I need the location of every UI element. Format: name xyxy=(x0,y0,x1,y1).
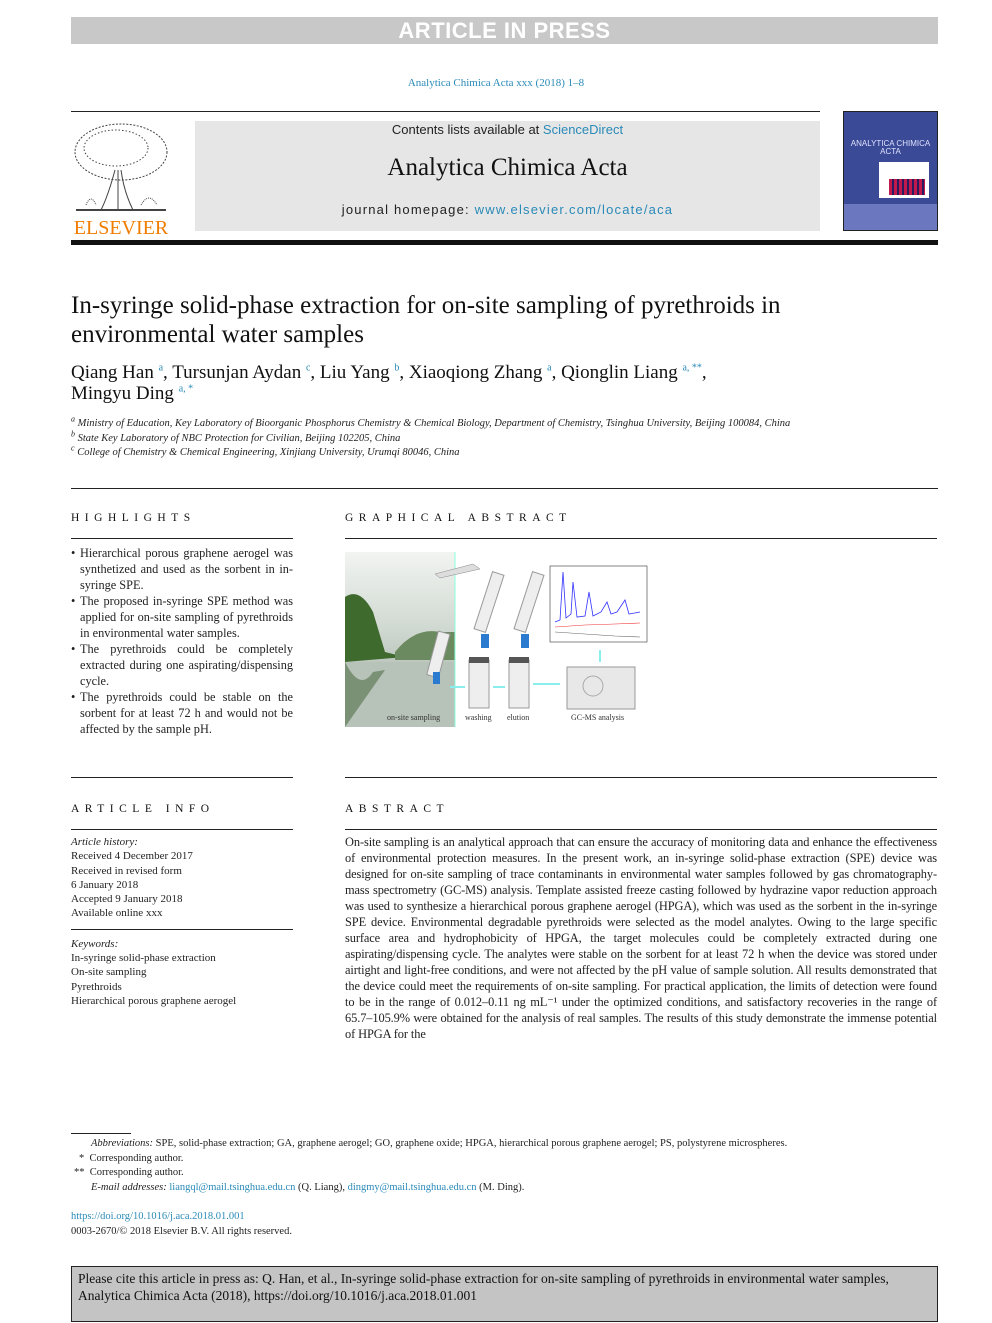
ga-label: GC-MS analysis xyxy=(571,713,625,722)
elsevier-tree-icon xyxy=(74,123,168,211)
author[interactable]: Qiang Han a xyxy=(71,362,163,383)
contents-label: Contents lists available at xyxy=(391,122,543,137)
author-list: Qiang Han a, Tursunjan Aydan c, Liu Yang… xyxy=(71,362,707,404)
homepage-label: journal homepage: xyxy=(341,202,475,217)
cover-title: ANALYTICA CHIMICA ACTA xyxy=(850,139,931,156)
article-title: In-syringe solid-phase extraction for on… xyxy=(71,292,781,348)
citation-box: Please cite this article in press as: Q.… xyxy=(71,1266,938,1322)
highlight-item: Hierarchical porous graphene aerogel was… xyxy=(71,545,293,593)
history-item: Accepted 9 January 2018 xyxy=(71,893,183,906)
history-item: 6 January 2018 xyxy=(71,878,139,891)
ga-label: elution xyxy=(507,713,530,722)
journal-reference-link[interactable]: Analytica Chimica Acta xxx (2018) 1–8 xyxy=(408,77,584,89)
doi-link[interactable]: https://doi.org/10.1016/j.aca.2018.01.00… xyxy=(71,1211,245,1222)
keyword: Pyrethroids xyxy=(71,980,122,993)
email-link[interactable]: dingmy@mail.tsinghua.edu.cn xyxy=(348,1182,477,1193)
author[interactable]: Mingyu Ding a, * xyxy=(71,383,193,404)
journal-banner: Contents lists available at ScienceDirec… xyxy=(195,121,820,231)
email-link[interactable]: liangql@mail.tsinghua.edu.cn xyxy=(169,1182,295,1193)
article-info-heading: ARTICLE INFO xyxy=(71,803,215,815)
affiliation: b State Key Laboratory of NBC Protection… xyxy=(71,429,401,444)
graphical-abstract-image: on-site sampling washing elution GC-MS a… xyxy=(345,552,650,727)
publisher-name: ELSEVIER xyxy=(73,217,169,239)
elsevier-logo: ELSEVIER xyxy=(71,120,171,239)
abstract-heading: ABSTRACT xyxy=(345,803,450,815)
divider xyxy=(71,111,820,112)
highlight-item: The proposed in-syringe SPE method was a… xyxy=(71,593,293,641)
journal-title: Analytica Chimica Acta xyxy=(387,154,628,181)
graphical-abstract-heading: GRAPHICAL ABSTRACT xyxy=(345,512,572,524)
abstract-text: On-site sampling is an analytical approa… xyxy=(345,835,937,1041)
author[interactable]: Tursunjan Aydan c xyxy=(172,362,310,383)
keyword: Hierarchical porous graphene aerogel xyxy=(71,994,237,1007)
journal-cover: ANALYTICA CHIMICA ACTA xyxy=(843,111,938,231)
article-info: Article history: Received 4 December 201… xyxy=(71,835,293,1008)
history-item: Received in revised form xyxy=(71,864,182,877)
highlights-list: Hierarchical porous graphene aerogel was… xyxy=(71,545,293,737)
sciencedirect-link[interactable]: ScienceDirect xyxy=(543,122,623,137)
author[interactable]: Xiaoqiong Zhang a xyxy=(409,362,552,383)
highlight-item: The pyrethroids could be stable on the s… xyxy=(71,689,293,737)
affiliation: c College of Chemistry & Chemical Engine… xyxy=(71,443,460,458)
keyword: On-site sampling xyxy=(71,966,147,979)
highlights-heading: HIGHLIGHTS xyxy=(71,512,196,524)
affiliation: a Ministry of Education, Key Laboratory … xyxy=(71,414,791,429)
keyword: In-syringe solid-phase extraction xyxy=(71,952,216,965)
article-in-press-banner: ARTICLE IN PRESS xyxy=(71,17,938,44)
ga-label: washing xyxy=(465,713,492,722)
copyright: 0003-2670/© 2018 Elsevier B.V. All right… xyxy=(71,1225,292,1237)
footnotes: Abbreviations: SPE, solid-phase extracti… xyxy=(71,1137,938,1240)
divider xyxy=(71,488,938,489)
divider xyxy=(71,240,938,245)
author[interactable]: Qionglin Liang a, ** xyxy=(561,362,702,383)
history-item: Received 4 December 2017 xyxy=(71,850,193,863)
ga-label: on-site sampling xyxy=(387,713,441,722)
keywords-label: Keywords: xyxy=(71,937,119,950)
highlight-item: The pyrethroids could be completely extr… xyxy=(71,641,293,689)
history-item: Available online xxx xyxy=(71,907,163,920)
affiliations: a Ministry of Education, Key Laboratory … xyxy=(71,414,816,461)
history-label: Article history: xyxy=(71,836,138,848)
homepage-link[interactable]: www.elsevier.com/locate/aca xyxy=(475,202,674,217)
author[interactable]: Liu Yang b xyxy=(320,362,399,383)
